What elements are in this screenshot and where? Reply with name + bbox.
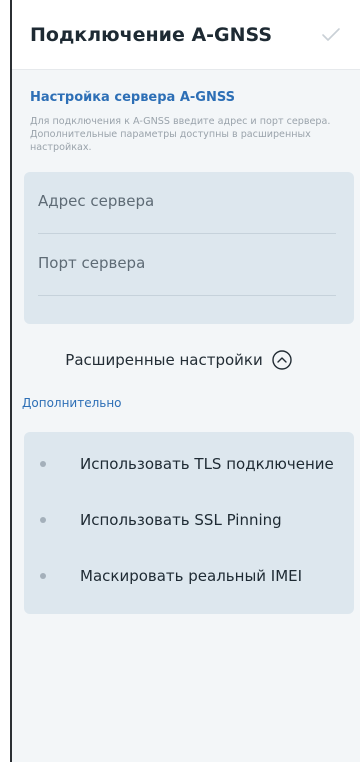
option-label: Использовать SSL Pinning: [80, 511, 282, 529]
advanced-settings-toggle[interactable]: Расширенные настройки: [12, 348, 352, 372]
server-port-field[interactable]: Порт сервера: [38, 254, 336, 296]
option-mask-imei[interactable]: Маскировать реальный IMEI: [24, 548, 354, 604]
header: Подключение A-GNSS: [12, 0, 360, 70]
option-label: Использовать TLS подключение: [80, 455, 334, 473]
server-section-title: Настройка сервера A-GNSS: [30, 90, 235, 105]
server-address-placeholder: Адрес сервера: [38, 192, 155, 210]
option-label: Маскировать реальный IMEI: [80, 567, 303, 585]
option-indicator: [40, 573, 46, 579]
content: Настройка сервера A-GNSS Для подключения…: [12, 90, 360, 614]
extra-section-title: Дополнительно: [22, 396, 122, 410]
screen: Подключение A-GNSS Настройка сервера A-G…: [10, 0, 360, 762]
server-port-placeholder: Порт сервера: [38, 254, 146, 272]
option-ssl-pinning[interactable]: Использовать SSL Pinning: [24, 492, 354, 548]
chevron-up-circle-icon: [271, 349, 293, 371]
option-indicator: [40, 517, 46, 523]
server-section-description: Для подключения к A-GNSS введите адрес и…: [30, 116, 331, 153]
check-icon[interactable]: [318, 22, 344, 48]
server-card: Адрес сервера Порт сервера: [24, 172, 354, 324]
page-title: Подключение A-GNSS: [30, 23, 273, 46]
server-address-field[interactable]: Адрес сервера: [38, 192, 336, 234]
advanced-settings-label: Расширенные настройки: [65, 351, 263, 369]
options-card: Использовать TLS подключение Использоват…: [24, 432, 354, 614]
option-tls[interactable]: Использовать TLS подключение: [24, 436, 354, 492]
option-indicator: [40, 461, 46, 467]
